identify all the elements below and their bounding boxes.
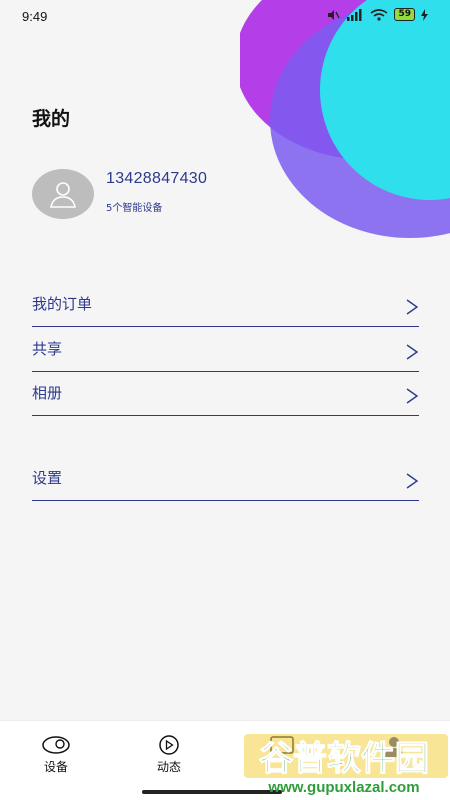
user-silhouette-icon	[50, 182, 76, 208]
play-icon	[159, 735, 179, 755]
status-bar: 9:49 59	[0, 0, 450, 32]
chevron-right-icon	[406, 344, 419, 360]
menu-item-album[interactable]: 相册	[32, 372, 419, 416]
wifi-icon	[370, 8, 388, 21]
tab-label: 设备	[43, 760, 68, 774]
chevron-right-icon	[406, 299, 419, 315]
mute-icon	[328, 9, 341, 20]
signal-icon	[347, 8, 362, 21]
status-time: 9:49	[22, 9, 48, 24]
device-count: 5个智能设备	[106, 203, 163, 214]
menu-item-label: 我的订单	[32, 295, 93, 313]
battery-indicator: 59	[394, 8, 415, 21]
watermark-logo: 谷普软件园 www.gupuxlazal.com	[244, 734, 448, 796]
page-title: 我的	[32, 108, 71, 130]
tab-feed[interactable]: 动态	[139, 735, 199, 775]
chevron-right-icon	[406, 473, 419, 489]
menu-item-label: 共享	[32, 340, 63, 358]
charging-icon	[421, 8, 428, 21]
menu-item-share[interactable]: 共享	[32, 328, 419, 372]
watermark-title: 谷普软件园	[259, 739, 429, 779]
user-phone: 13428847430	[106, 170, 208, 187]
avatar[interactable]	[32, 169, 94, 219]
chevron-right-icon	[406, 388, 419, 404]
menu-item-label: 设置	[32, 469, 63, 487]
menu-item-settings[interactable]: 设置	[32, 457, 419, 501]
status-icons: 59	[326, 8, 428, 21]
tab-devices[interactable]: 设备	[26, 735, 86, 775]
tab-label: 动态	[156, 760, 181, 774]
menu-item-orders[interactable]: 我的订单	[32, 283, 419, 327]
watermark-url: www.gupuxlazal.com	[267, 779, 419, 796]
decorative-blobs	[240, 0, 450, 238]
device-icon	[42, 736, 70, 754]
menu-item-label: 相册	[32, 384, 63, 402]
